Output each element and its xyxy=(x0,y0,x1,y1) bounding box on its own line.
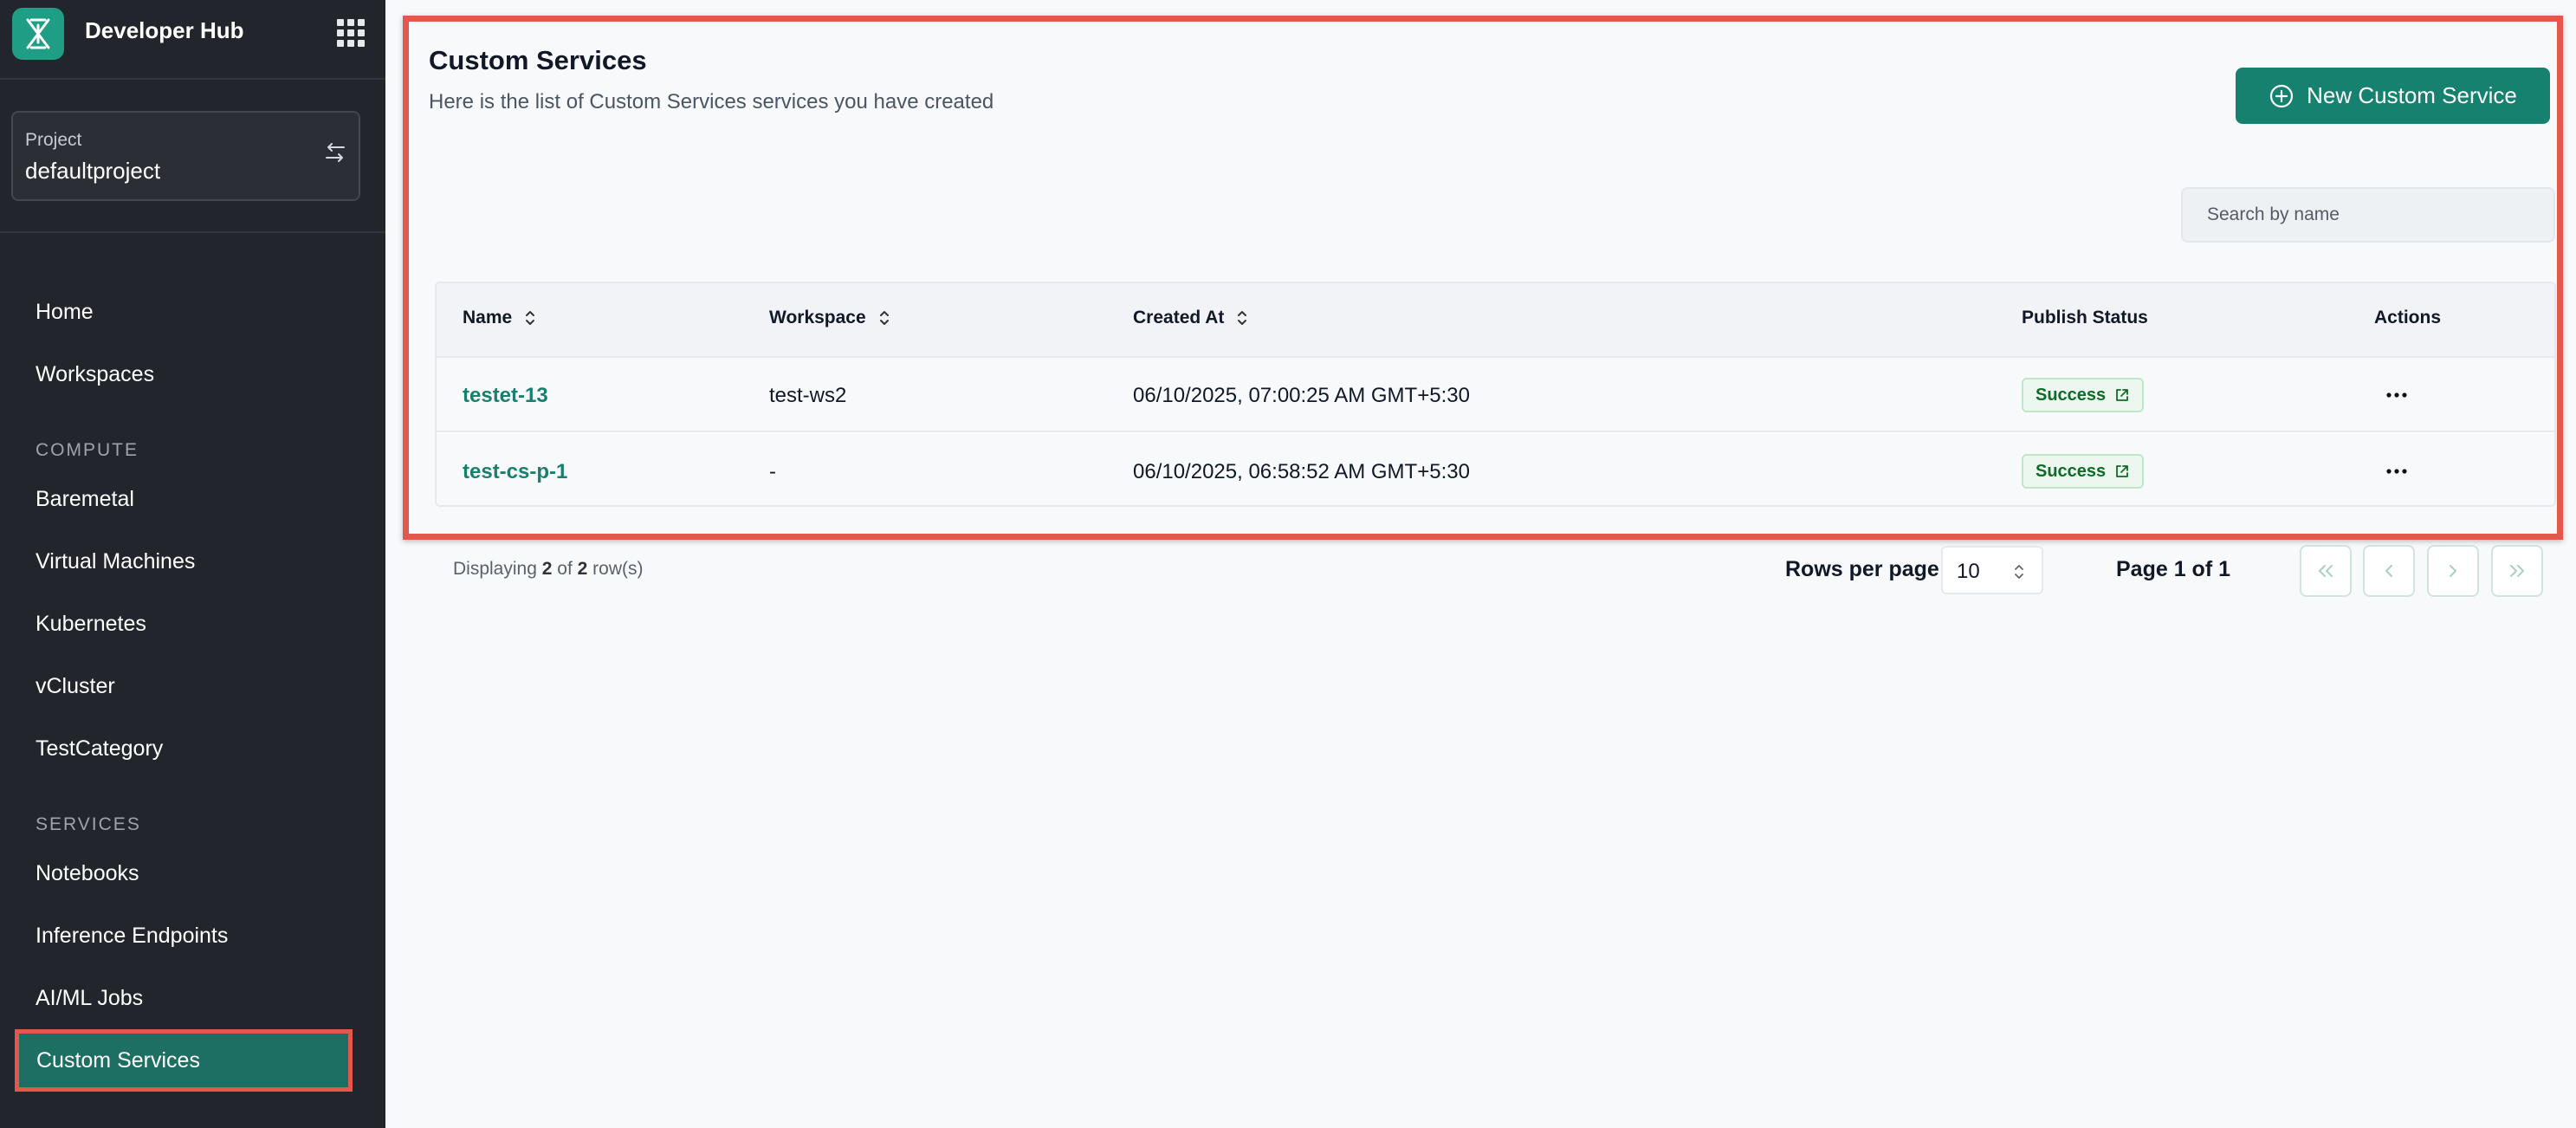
sidebar-item-kubernetes[interactable]: Kubernetes xyxy=(36,612,146,637)
sidebar-item-inference-endpoints[interactable]: Inference Endpoints xyxy=(36,924,228,949)
column-label: Workspace xyxy=(769,308,866,327)
column-label: Created At xyxy=(1133,308,1225,327)
sidebar-item-aiml-jobs[interactable]: AI/ML Jobs xyxy=(36,986,143,1011)
sidebar-item-label: Custom Services xyxy=(36,1048,200,1073)
external-link-icon xyxy=(2116,389,2129,401)
project-selector[interactable]: Project defaultproject xyxy=(11,111,360,201)
sort-icon[interactable] xyxy=(878,308,890,327)
next-page-button[interactable] xyxy=(2427,545,2479,597)
row-count-suffix: row(s) xyxy=(592,559,644,579)
column-label: Name xyxy=(463,308,513,327)
select-arrows-icon xyxy=(2015,565,2023,579)
row-count-prefix: Displaying xyxy=(453,559,537,579)
workspace-cell: test-ws2 xyxy=(769,384,847,407)
rows-per-page-label: Rows per page xyxy=(1785,557,1939,581)
workspace-cell: - xyxy=(769,460,776,483)
last-page-button[interactable] xyxy=(2491,545,2543,597)
sidebar-item-virtual-machines[interactable]: Virtual Machines xyxy=(36,549,195,574)
chevron-right-icon xyxy=(2450,565,2456,577)
app-name: Developer Hub xyxy=(85,17,244,43)
sidebar-divider xyxy=(0,231,385,233)
sidebar-item-workspaces[interactable]: Workspaces xyxy=(36,362,154,387)
status-label: Success xyxy=(2036,385,2107,405)
page-info: Page 1 of 1 xyxy=(2116,557,2230,581)
project-name: defaultproject xyxy=(25,158,161,184)
sidebar-item-testcategory[interactable]: TestCategory xyxy=(36,736,163,762)
plus-circle-icon xyxy=(2270,84,2294,107)
row-count-shown: 2 xyxy=(541,559,553,579)
service-name-link[interactable]: testet-13 xyxy=(463,384,548,408)
sidebar-section-services: SERVICES xyxy=(36,814,141,834)
column-header-actions: Actions xyxy=(2374,308,2442,327)
column-header-name[interactable]: Name xyxy=(463,308,536,328)
table-row: testet-13 test-ws2 06/10/2025, 07:00:25 … xyxy=(437,358,2554,432)
new-custom-service-label: New Custom Service xyxy=(2307,82,2517,108)
sort-icon[interactable] xyxy=(524,308,536,327)
row-count-of: of xyxy=(557,559,573,579)
chevrons-right-icon xyxy=(2510,565,2524,577)
sort-icon[interactable] xyxy=(1236,308,1248,327)
sidebar-header: Developer Hub xyxy=(0,0,385,80)
sidebar-item-home[interactable]: Home xyxy=(36,300,94,325)
column-header-workspace[interactable]: Workspace xyxy=(769,308,890,328)
row-count-total: 2 xyxy=(577,559,588,579)
page-subtitle: Here is the list of Custom Services serv… xyxy=(429,90,994,113)
chevrons-left-icon xyxy=(2319,565,2333,577)
page-title: Custom Services xyxy=(429,45,647,75)
logo-icon[interactable] xyxy=(12,8,64,60)
created-at-cell: 06/10/2025, 07:00:25 AM GMT+5:30 xyxy=(1133,384,1470,407)
external-link-icon xyxy=(2116,465,2129,477)
sidebar-item-baremetal[interactable]: Baremetal xyxy=(36,487,134,512)
status-badge[interactable]: Success xyxy=(2022,454,2145,489)
search-input[interactable] xyxy=(2181,187,2555,243)
sidebar-item-vcluster[interactable]: vCluster xyxy=(36,674,115,699)
previous-page-button[interactable] xyxy=(2363,545,2415,597)
rows-per-page-select[interactable]: 10 xyxy=(1941,546,2043,594)
more-horizontal-icon[interactable] xyxy=(2384,384,2410,406)
status-badge[interactable]: Success xyxy=(2022,378,2145,412)
table-row: test-cs-p-1 - 06/10/2025, 06:58:52 AM GM… xyxy=(437,434,2554,505)
status-label: Success xyxy=(2036,461,2107,481)
first-page-button[interactable] xyxy=(2300,545,2352,597)
column-header-publish-status: Publish Status xyxy=(2022,308,2148,327)
column-header-created-at[interactable]: Created At xyxy=(1133,308,1248,328)
sidebar-item-notebooks[interactable]: Notebooks xyxy=(36,861,139,886)
sidebar: Developer Hub Project defaultproject Hom… xyxy=(0,0,385,1128)
new-custom-service-button[interactable]: New Custom Service xyxy=(2236,68,2550,124)
row-count-info: Displaying 2 of 2 row(s) xyxy=(453,559,643,580)
rows-per-page-value: 10 xyxy=(1957,560,1980,583)
chevron-left-icon xyxy=(2385,565,2392,577)
apps-grid-icon[interactable] xyxy=(337,19,365,47)
project-label: Project xyxy=(25,130,82,150)
sidebar-section-compute: COMPUTE xyxy=(36,440,139,460)
sidebar-item-custom-services[interactable]: Custom Services xyxy=(15,1029,353,1092)
created-at-cell: 06/10/2025, 06:58:52 AM GMT+5:30 xyxy=(1133,460,1470,483)
more-horizontal-icon[interactable] xyxy=(2384,460,2410,483)
table-header: Name Workspace Created At Publish Status… xyxy=(437,283,2554,358)
service-name-link[interactable]: test-cs-p-1 xyxy=(463,460,567,484)
swap-icon[interactable] xyxy=(321,139,349,166)
custom-services-table: Name Workspace Created At Publish Status… xyxy=(435,282,2556,507)
